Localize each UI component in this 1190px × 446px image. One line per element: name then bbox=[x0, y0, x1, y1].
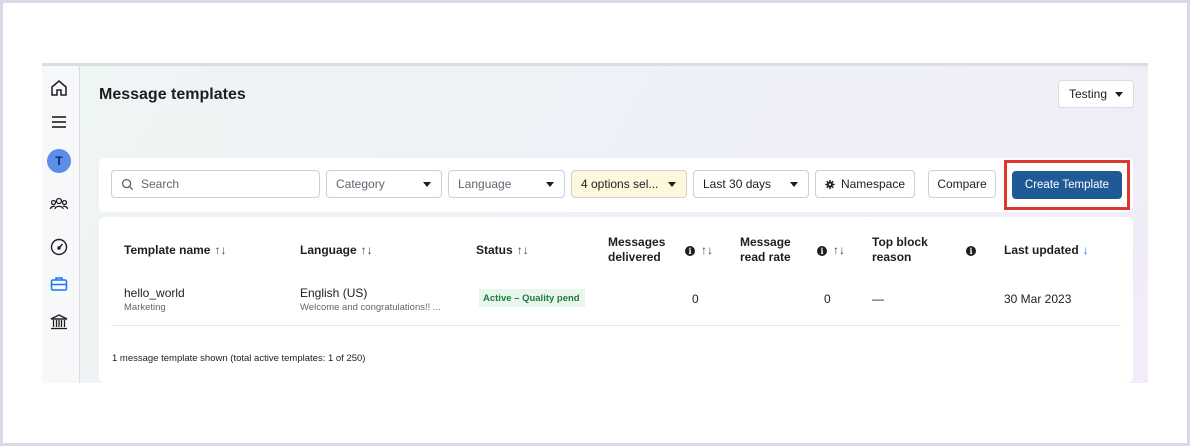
block-reason-value: — bbox=[872, 292, 884, 306]
speedometer-icon[interactable] bbox=[48, 236, 70, 258]
avatar[interactable]: T bbox=[47, 149, 71, 173]
caret-down-icon bbox=[790, 182, 798, 187]
sort-icon[interactable]: ↑↓ bbox=[214, 243, 226, 257]
column-header-label: Messages bbox=[608, 235, 666, 249]
last-updated-value: 30 Mar 2023 bbox=[1004, 292, 1072, 306]
column-header-last-updated[interactable]: Last updated ↓ bbox=[1004, 243, 1089, 258]
column-header-label: Language bbox=[300, 243, 357, 257]
column-header-label: Template name bbox=[124, 243, 211, 257]
templates-table: Template name ↑↓ Language ↑↓ Status ↑↓ Mess… bbox=[99, 217, 1133, 383]
namespace-button-label: Namespace bbox=[840, 177, 905, 191]
column-header-label: Message bbox=[740, 235, 791, 249]
column-header-label: delivered bbox=[608, 250, 661, 264]
caret-down-icon bbox=[423, 182, 431, 187]
column-header-label: reason bbox=[872, 250, 912, 264]
status-filter-dropdown[interactable]: 4 options sel... bbox=[571, 170, 687, 198]
template-preview: Welcome and congratulations!! ... bbox=[300, 302, 441, 313]
status-filter-label: 4 options sel... bbox=[581, 177, 659, 191]
create-template-highlight: Create Template bbox=[1004, 160, 1130, 210]
search-placeholder: Search bbox=[141, 177, 180, 191]
caret-down-icon bbox=[668, 182, 676, 187]
column-header-label: Last updated bbox=[1004, 243, 1079, 257]
column-header-top-block-reason[interactable]: Top block reason bbox=[872, 235, 928, 265]
caret-down-icon bbox=[546, 182, 554, 187]
column-header-language[interactable]: Language ↑↓ bbox=[300, 243, 373, 258]
column-header-status[interactable]: Status ↑↓ bbox=[476, 243, 529, 258]
info-icon[interactable]: i bbox=[685, 246, 695, 256]
app-window: T Message templates Testing Search Categ… bbox=[42, 63, 1148, 383]
date-range-label: Last 30 days bbox=[703, 177, 772, 191]
table-footer-count: 1 message template shown (total active t… bbox=[112, 353, 366, 364]
category-dropdown[interactable]: Category bbox=[326, 170, 442, 198]
column-header-messages-delivered[interactable]: Messages delivered bbox=[608, 235, 665, 265]
compare-button-label: Compare bbox=[937, 177, 987, 191]
create-template-button[interactable]: Create Template bbox=[1012, 171, 1122, 199]
column-header-template-name[interactable]: Template name ↑↓ bbox=[124, 243, 226, 258]
namespace-button[interactable]: Namespace bbox=[815, 170, 915, 198]
messages-delivered-value: 0 bbox=[692, 292, 699, 306]
search-icon bbox=[121, 178, 134, 190]
sort-icon[interactable]: ↑↓ bbox=[517, 243, 529, 257]
sidebar: T bbox=[42, 66, 80, 383]
info-icon[interactable]: i bbox=[966, 246, 976, 256]
sort-down-icon[interactable]: ↓ bbox=[1083, 243, 1089, 257]
row-divider bbox=[111, 325, 1121, 326]
column-header-label: Status bbox=[476, 243, 513, 257]
language-dropdown-label: Language bbox=[458, 177, 512, 191]
filter-toolbar: Search Category Language 4 options sel..… bbox=[99, 158, 1133, 212]
column-header-label: Top block bbox=[872, 235, 928, 249]
gear-icon bbox=[825, 179, 835, 189]
briefcase-icon[interactable] bbox=[48, 273, 70, 295]
info-icon[interactable]: i bbox=[817, 246, 827, 256]
category-dropdown-label: Category bbox=[336, 177, 385, 191]
sort-icon[interactable]: ↑↓ bbox=[361, 243, 373, 257]
compare-button[interactable]: Compare bbox=[928, 170, 996, 198]
people-icon[interactable] bbox=[48, 193, 70, 215]
account-dropdown[interactable]: Testing bbox=[1058, 80, 1134, 108]
template-name[interactable]: hello_world bbox=[124, 286, 185, 300]
column-header-label: read rate bbox=[740, 250, 791, 264]
bank-icon[interactable] bbox=[48, 311, 70, 333]
menu-icon[interactable] bbox=[48, 111, 70, 133]
search-input[interactable]: Search bbox=[111, 170, 320, 198]
template-language: English (US) bbox=[300, 286, 368, 300]
column-header-read-rate[interactable]: Message read rate bbox=[740, 235, 791, 265]
read-rate-value: 0 bbox=[824, 292, 831, 306]
create-template-label: Create Template bbox=[1024, 179, 1110, 191]
status-badge: Active – Quality pend bbox=[479, 289, 585, 307]
page-title: Message templates bbox=[99, 86, 246, 103]
template-category: Marketing bbox=[124, 302, 166, 313]
sort-icon[interactable]: ↑↓ bbox=[701, 243, 713, 257]
date-range-dropdown[interactable]: Last 30 days bbox=[693, 170, 809, 198]
home-icon[interactable] bbox=[48, 77, 70, 99]
account-dropdown-label: Testing bbox=[1068, 87, 1108, 101]
language-dropdown[interactable]: Language bbox=[448, 170, 565, 198]
sort-icon[interactable]: ↑↓ bbox=[833, 243, 845, 257]
caret-down-icon bbox=[1115, 91, 1124, 97]
